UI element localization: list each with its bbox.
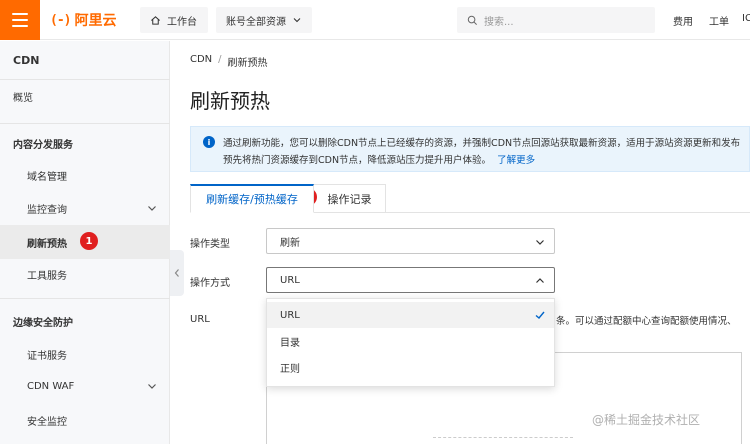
search-input[interactable]: 搜索... <box>457 7 655 33</box>
aliyun-logo-text: 阿里云 <box>74 13 117 29</box>
account-resources-label: 账号全部资源 <box>226 16 286 28</box>
sidebar-item-label: 工具服务 <box>27 270 67 282</box>
sidebar-divider <box>0 123 170 124</box>
menu-line-icon <box>12 13 28 15</box>
sidebar-item-label: 域名管理 <box>27 171 67 183</box>
billing-link[interactable]: 费用 <box>673 13 693 28</box>
option-label: 目录 <box>280 337 300 349</box>
step-marker-1: 1 <box>80 232 98 250</box>
breadcrumb-separator: / <box>218 54 222 65</box>
url-label: URL <box>190 314 210 325</box>
sidebar-item-cdn-waf[interactable]: CDN WAF <box>0 369 170 403</box>
watermark: @稀土掘金技术社区 <box>592 413 701 427</box>
search-icon <box>467 15 477 25</box>
sidebar-item-label: CDN WAF <box>27 380 75 392</box>
sidebar-item-security-monitoring[interactable]: 安全监控 <box>0 403 170 437</box>
tab-operation-records[interactable]: 操作记录 <box>314 184 386 213</box>
sidebar-group-label: 边缘安全防护 <box>13 317 73 329</box>
operation-type-label: 操作类型 <box>190 239 230 250</box>
sidebar-group-label: 内容分发服务 <box>13 139 73 151</box>
sidebar-item-certificates[interactable]: 证书服务 <box>0 337 170 371</box>
aliyun-logo-mark: (-) <box>50 12 72 28</box>
dropdown-option-directory[interactable]: 目录 <box>267 328 554 354</box>
operation-method-value: URL <box>280 274 300 286</box>
icp-link[interactable]: IC <box>742 13 750 24</box>
notice-text-line2-content: 预先将热门资源缓存到CDN节点，降低源站压力提升用户体验。 <box>223 155 492 166</box>
sidebar-item-label: 刷新预热 <box>27 238 67 250</box>
workbench-button[interactable]: 工作台 <box>140 7 208 33</box>
sidebar-item-tools[interactable]: 工具服务 <box>0 257 170 291</box>
menu-line-icon <box>12 19 28 21</box>
sidebar-item-monitoring[interactable]: 监控查询 <box>0 191 170 225</box>
top-bar: (-) 阿里云 工作台 账号全部资源 搜索... 费用 工单 IC <box>0 0 750 40</box>
breadcrumb-root[interactable]: CDN <box>190 54 212 69</box>
sidebar-group-edge-security: 边缘安全防护 <box>0 304 170 338</box>
chevron-down-icon <box>148 384 156 389</box>
tab-refresh-preload-cache[interactable]: 刷新缓存/预热缓存 <box>190 184 314 213</box>
textarea-inner-guide <box>433 437 573 444</box>
sidebar-title: CDN <box>13 54 40 67</box>
operation-method-select[interactable]: URL <box>266 267 555 293</box>
page-title: 刷新预热 <box>190 89 270 113</box>
operation-type-value: 刷新 <box>280 237 300 249</box>
operation-method-label: 操作方式 <box>190 278 230 289</box>
sidebar-item-label: 监控查询 <box>27 204 67 216</box>
account-resources-dropdown[interactable]: 账号全部资源 <box>216 7 312 33</box>
chevron-up-icon <box>536 278 544 283</box>
search-placeholder: 搜索... <box>484 16 514 28</box>
menu-line-icon <box>12 25 28 27</box>
dropdown-option-url[interactable]: URL <box>267 302 554 328</box>
url-hint-text: 条。可以通过配额中心查询配额使用情况、 <box>556 316 737 327</box>
option-label: URL <box>280 309 300 321</box>
operation-method-dropdown: URL 目录 正则 <box>266 298 555 387</box>
sidebar-group-content-delivery: 内容分发服务 <box>0 126 170 160</box>
sidebar-collapse-handle[interactable] <box>170 250 184 296</box>
option-label: 正则 <box>280 363 300 375</box>
sidebar-item-label: 概览 <box>13 92 33 104</box>
ticket-link[interactable]: 工单 <box>709 13 729 28</box>
sidebar-divider <box>0 298 170 299</box>
dropdown-option-regex[interactable]: 正则 <box>267 354 554 380</box>
sidebar-item-label: 证书服务 <box>27 350 67 362</box>
chevron-down-icon <box>536 240 544 245</box>
home-icon <box>151 15 160 25</box>
aliyun-logo[interactable]: (-) 阿里云 <box>50 9 116 31</box>
notice-text-line2: 预先将热门资源缓存到CDN节点，降低源站压力提升用户体验。 了解更多 <box>223 152 535 166</box>
chevron-down-icon <box>293 18 301 23</box>
notice-text-line1: 通过刷新功能，您可以删除CDN节点上已经缓存的资源，并强制CDN节点回源站获取最… <box>223 138 741 149</box>
check-icon <box>535 311 545 319</box>
breadcrumb: CDN / 刷新预热 <box>190 54 268 69</box>
chevron-left-icon <box>174 269 179 277</box>
info-notice: i 通过刷新功能，您可以删除CDN节点上已经缓存的资源，并强制CDN节点回源站获… <box>190 126 750 172</box>
learn-more-link[interactable]: 了解更多 <box>497 155 535 166</box>
sidebar-item-overview[interactable]: 概览 <box>0 79 170 113</box>
sidebar-item-label: 安全监控 <box>27 416 67 428</box>
chevron-down-icon <box>148 206 156 211</box>
operation-type-select[interactable]: 刷新 <box>266 228 555 254</box>
sidebar-item-domain-management[interactable]: 域名管理 <box>0 158 170 192</box>
workbench-label: 工作台 <box>167 16 197 28</box>
hamburger-menu-button[interactable] <box>0 0 40 40</box>
breadcrumb-current: 刷新预热 <box>227 58 268 69</box>
info-icon: i <box>203 136 215 148</box>
